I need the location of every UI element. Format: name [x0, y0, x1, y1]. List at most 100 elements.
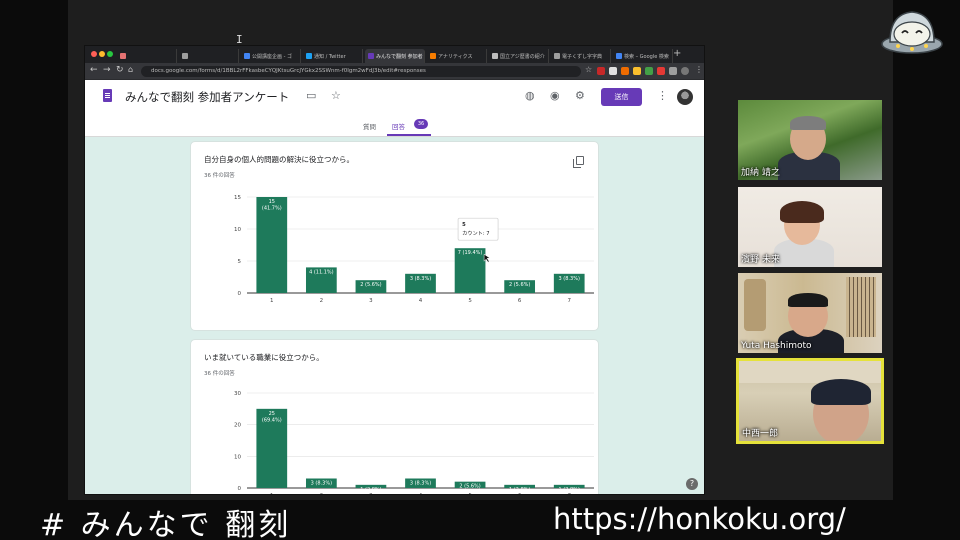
- x-tick-label: 7: [567, 298, 571, 304]
- bar-chart: 05101515(41.7%)14 (11.1%)22 (5.6%)33 (8.…: [234, 195, 594, 304]
- y-tick-label: 30: [234, 391, 241, 397]
- account-avatar[interactable]: [677, 89, 693, 105]
- form-title[interactable]: みんなで翻刻 参加者アンケート: [125, 89, 289, 105]
- forms-page: みんなで翻刻 参加者アンケート ▭ ☆ ◍ ◉ ⚙ 送信 ⋮ 質問 回答 36 …: [85, 80, 704, 495]
- tab-favicon-icon: [182, 53, 188, 59]
- extension-icon[interactable]: [645, 67, 653, 75]
- tab-label: 検索 – Google 検索: [624, 54, 669, 60]
- browser-tab[interactable]: 国立アジ歴書の紹介: [489, 49, 549, 63]
- x-tick-label: 5: [468, 493, 472, 495]
- y-tick-label: 10: [234, 454, 241, 460]
- browser-tab[interactable]: [117, 49, 177, 63]
- reload-icon[interactable]: ↻: [116, 65, 124, 75]
- new-tab-button[interactable]: +: [673, 48, 681, 59]
- help-icon[interactable]: ?: [686, 478, 698, 490]
- data-label: 4 (11.1%): [309, 269, 334, 275]
- text-cursor-icon: I: [236, 33, 243, 46]
- participant-video[interactable]: 加納 靖之: [738, 100, 882, 180]
- browser-tab[interactable]: アナリティクス: [427, 49, 487, 63]
- preview-eye-icon[interactable]: ◉: [550, 89, 560, 102]
- folder-icon[interactable]: ▭: [306, 89, 316, 102]
- tab-label: アナリティクス: [438, 54, 473, 60]
- browser-tab[interactable]: 公開講座企画 - ゴ: [241, 49, 301, 63]
- tab-favicon-icon: [306, 53, 312, 59]
- more-options-icon[interactable]: ⋮: [657, 89, 668, 102]
- x-tick-label: 2: [320, 493, 324, 495]
- tab-favicon-icon: [430, 53, 436, 59]
- x-tick-label: 4: [419, 493, 423, 495]
- data-label: 1 (2.8%): [559, 487, 580, 493]
- palette-icon[interactable]: ◍: [525, 89, 535, 102]
- data-label: 3 (8.3%): [311, 481, 332, 487]
- question-summary-card: いま就いている職業に役立つから。 36 件の回答 0 10 20 30 25 (69.4%…: [190, 339, 599, 495]
- tab-questions[interactable]: 質問: [363, 121, 376, 131]
- y-tick-label: 20: [234, 423, 241, 429]
- data-label: 2 (5.6%): [509, 282, 530, 288]
- forward-icon[interactable]: →: [103, 65, 111, 75]
- extension-icon[interactable]: [657, 67, 665, 75]
- menu-icon[interactable]: ⋮: [695, 65, 703, 74]
- browser-toolbar: ← → ↻ ⌂ docs.google.com/forms/d/1BBL2rFF…: [85, 63, 704, 79]
- x-tick-label: 1: [270, 493, 274, 495]
- tab-label: 電子くずし字字典: [562, 54, 603, 60]
- browser-tab[interactable]: 電子くずし字字典: [551, 49, 611, 63]
- participant-name: 中西一郎: [742, 429, 779, 439]
- star-icon[interactable]: ☆: [331, 89, 341, 102]
- y-tick-label: 10: [234, 227, 241, 233]
- participant-name: Yuta Hashimoto: [741, 341, 812, 351]
- data-label: 2 (5.6%): [360, 282, 381, 288]
- url-caption: https://honkoku.org/: [553, 502, 846, 536]
- extension-icon[interactable]: [633, 67, 641, 75]
- tab-responses[interactable]: 回答: [392, 121, 405, 131]
- send-button[interactable]: 送信: [601, 88, 642, 106]
- data-label: 1 (2.8%): [509, 487, 530, 493]
- browser-tab[interactable]: 検索 – Google 検索: [613, 49, 673, 63]
- tooltip-category: 5: [462, 222, 466, 228]
- maximize-window-icon[interactable]: [107, 51, 113, 57]
- tab-favicon-icon: [616, 53, 622, 59]
- minimize-window-icon[interactable]: [99, 51, 105, 57]
- profile-icon[interactable]: [681, 67, 689, 75]
- browser-tab-active[interactable]: みんなで翻刻 参加者: [365, 49, 425, 63]
- participant-video[interactable]: 濱野 未来: [738, 187, 882, 267]
- tab-favicon-icon: [120, 53, 126, 59]
- tab-label: みんなで翻刻 参加者: [376, 54, 423, 60]
- data-label: (41.7%): [262, 206, 282, 212]
- data-label: 2 (5.6%): [459, 484, 480, 490]
- extension-icon[interactable]: [621, 67, 629, 75]
- data-label: (69.4%): [262, 417, 282, 423]
- settings-gear-icon[interactable]: ⚙: [575, 89, 585, 102]
- tab-favicon-icon: [554, 53, 560, 59]
- x-tick-label: 6: [518, 298, 522, 304]
- browser-window: 公開講座企画 - ゴ 通知 / Twitter みんなで翻刻 参加者 アナリティクス 国…: [84, 45, 705, 495]
- browser-tab[interactable]: [179, 49, 239, 63]
- address-bar[interactable]: docs.google.com/forms/d/1BBL2rFFkasbeCYQ…: [141, 66, 581, 77]
- extension-icon[interactable]: [597, 67, 605, 75]
- y-tick-label: 0: [238, 486, 242, 492]
- tooltip-count: カウント: 7: [462, 229, 489, 237]
- participant-video[interactable]: Yuta Hashimoto: [738, 273, 882, 353]
- forms-doc-icon[interactable]: [103, 89, 112, 102]
- x-tick-label: 6: [518, 493, 522, 495]
- bookmark-star-icon[interactable]: ☆: [585, 65, 593, 74]
- tab-bar: 公開講座企画 - ゴ 通知 / Twitter みんなで翻刻 参加者 アナリティクス 国…: [85, 46, 704, 63]
- close-window-icon[interactable]: [91, 51, 97, 57]
- x-tick-label: 2: [320, 298, 324, 304]
- y-tick-label: 5: [238, 259, 242, 265]
- participant-video-active-speaker[interactable]: 中西一郎: [736, 358, 884, 444]
- extension-icon[interactable]: [669, 67, 677, 75]
- data-label: 3 (8.3%): [410, 481, 431, 487]
- extension-icon[interactable]: [609, 67, 617, 75]
- back-icon[interactable]: ←: [90, 65, 98, 75]
- tab-favicon-icon: [368, 53, 374, 59]
- data-label: 25: [269, 411, 275, 417]
- x-tick-label: 5: [468, 298, 472, 304]
- x-tick-label: 3: [369, 298, 373, 304]
- data-label: 3 (8.3%): [559, 276, 580, 282]
- active-tab-indicator: [387, 134, 431, 136]
- browser-tab[interactable]: 通知 / Twitter: [303, 49, 363, 63]
- participant-name: 濱野 未来: [741, 255, 780, 265]
- y-tick-label: 15: [234, 195, 241, 201]
- question-summary-card: 自分自身の個人的問題の解決に役立つから。 36 件の回答 0 5 10 15 15 (41…: [190, 141, 599, 331]
- home-icon[interactable]: ⌂: [128, 65, 133, 74]
